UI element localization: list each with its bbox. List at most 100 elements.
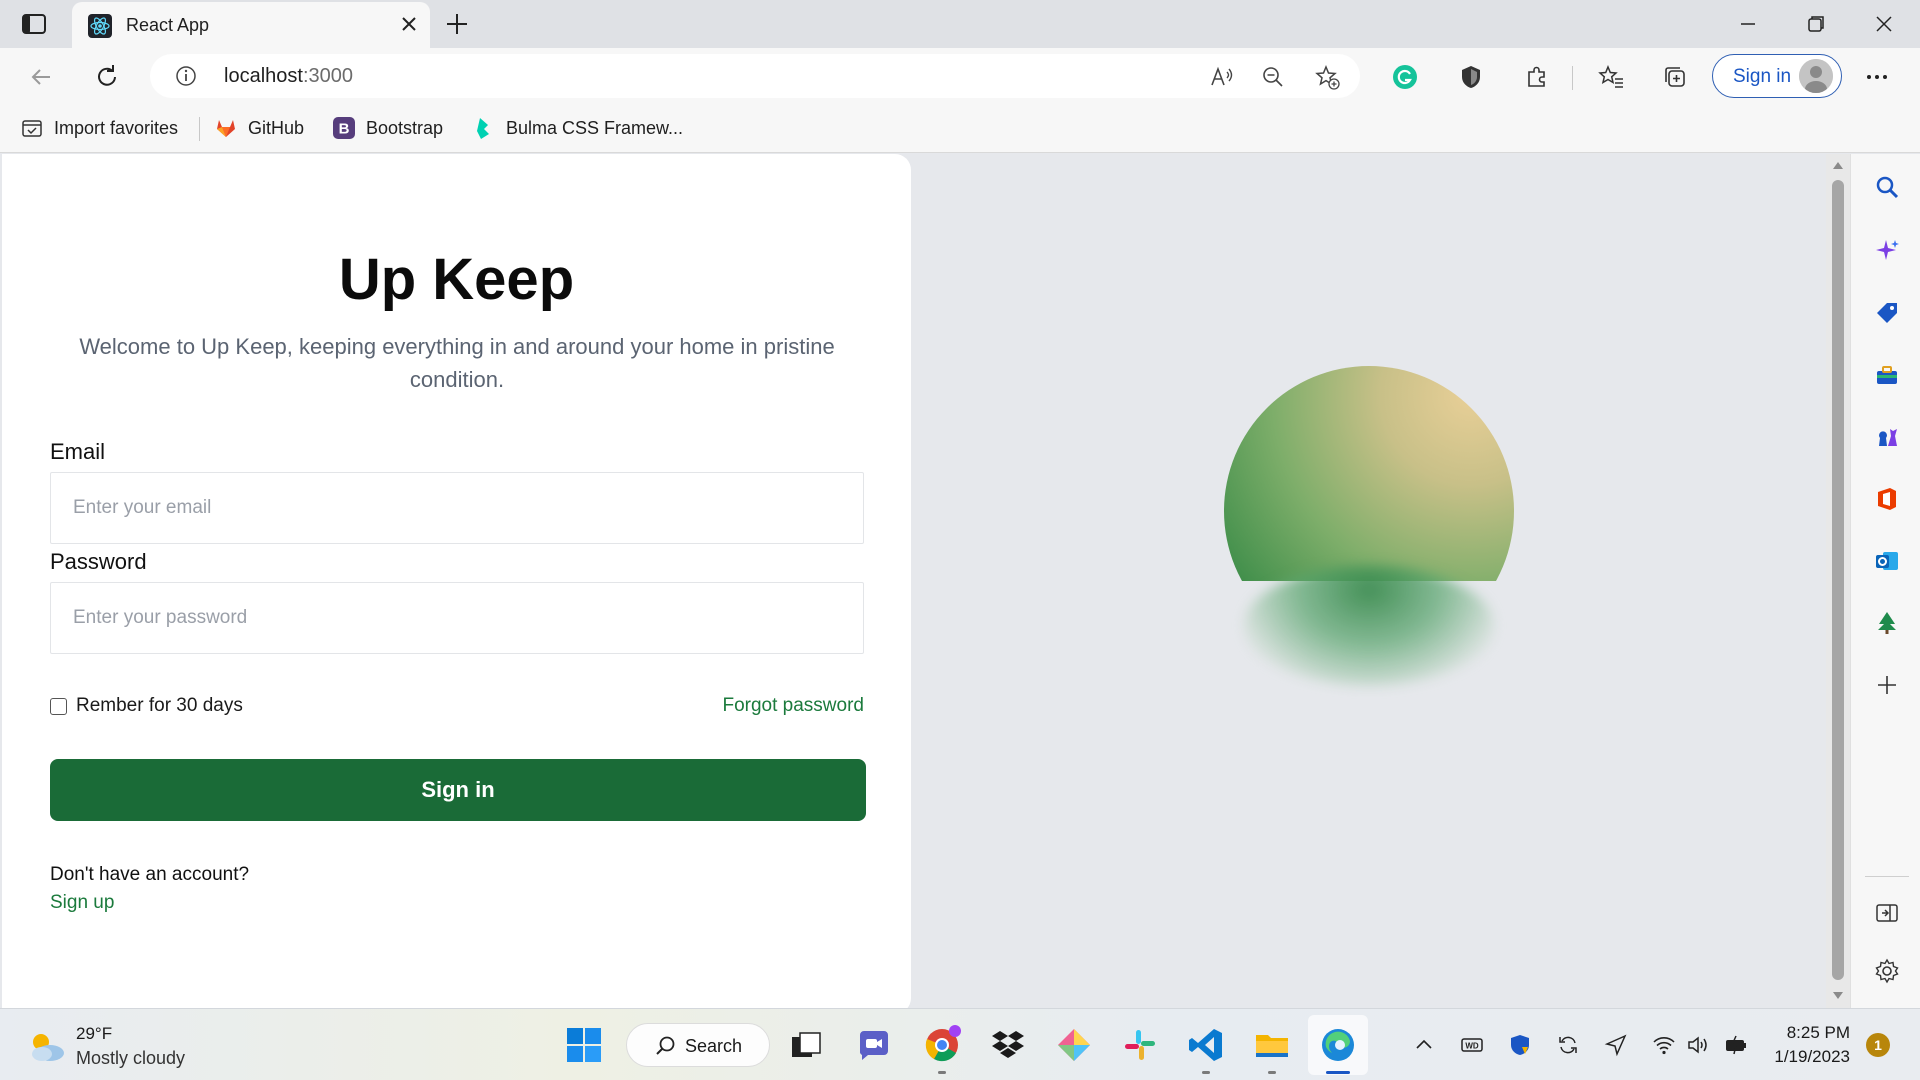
favorite-github[interactable]: GitHub: [214, 113, 304, 143]
location-arrow-icon[interactable]: [1604, 1033, 1628, 1057]
windows-taskbar: 29°F Mostly cloudy Search WD 8:25 PM 1/1…: [0, 1008, 1920, 1080]
tab-title: React App: [126, 15, 210, 35]
no-account-text: Don't have an account?: [50, 864, 250, 885]
outlook-icon[interactable]: [1874, 548, 1900, 574]
restore-icon[interactable]: [1804, 12, 1828, 36]
cloudy-weather-icon[interactable]: [26, 1029, 66, 1063]
profile-signin-button[interactable]: Sign in: [1712, 54, 1842, 98]
tab-actions-icon[interactable]: [20, 12, 48, 36]
favorite-bulma[interactable]: Bulma CSS Framew...: [472, 113, 683, 143]
clock-date[interactable]: 1/19/2023: [1770, 1047, 1850, 1067]
tab-bar: React App: [0, 0, 1920, 48]
weather-temperature: 29°F: [76, 1024, 113, 1043]
grammarly-icon[interactable]: [1390, 62, 1420, 92]
url-text[interactable]: localhost:3000: [224, 65, 353, 88]
close-tab-icon[interactable]: [398, 13, 420, 35]
chevron-up-icon[interactable]: [1412, 1033, 1436, 1057]
svg-text:WD: WD: [1465, 1042, 1479, 1051]
import-favorites-icon: [22, 120, 42, 137]
teams-chat-icon[interactable]: [854, 1025, 894, 1065]
scroll-thumb[interactable]: [1832, 180, 1844, 980]
bulma-icon: [477, 118, 489, 139]
running-indicator: [938, 1071, 946, 1074]
email-field[interactable]: [50, 472, 864, 544]
site-info-icon[interactable]: [174, 64, 198, 88]
forgot-password-link[interactable]: Forgot password: [722, 695, 864, 717]
battery-charging-icon[interactable]: [1724, 1033, 1748, 1057]
games-chess-icon[interactable]: [1874, 424, 1900, 450]
tools-toolbox-icon[interactable]: [1874, 362, 1900, 388]
more-options-icon[interactable]: [1862, 62, 1892, 92]
scroll-down-arrow-icon[interactable]: [1833, 992, 1843, 999]
page-title: Up Keep: [338, 247, 575, 312]
running-indicator: [1202, 1071, 1210, 1074]
browser-tab[interactable]: React App: [72, 2, 430, 48]
sidebar-divider: [1865, 876, 1909, 877]
windows-start-icon[interactable]: [564, 1025, 604, 1065]
slack-icon[interactable]: [1120, 1025, 1160, 1065]
page-scrollbar[interactable]: [1826, 154, 1850, 1008]
sync-icon[interactable]: [1556, 1033, 1580, 1057]
taskbar-search[interactable]: Search: [626, 1023, 770, 1067]
close-window-icon[interactable]: [1872, 12, 1896, 36]
orb-reflection: [1244, 566, 1494, 686]
security-shield-icon[interactable]: [1508, 1033, 1532, 1057]
dropbox-icon[interactable]: [988, 1025, 1028, 1065]
chrome-icon[interactable]: [922, 1025, 962, 1065]
add-favorite-icon[interactable]: [1314, 64, 1340, 90]
browser-toolbar: localhost:3000 Sign in: [0, 48, 1920, 105]
favorite-label: GitHub: [248, 117, 305, 138]
copilot-sparkle-icon[interactable]: [1874, 238, 1900, 264]
taskbar-search-label: Search: [685, 1036, 743, 1056]
back-arrow-icon[interactable]: [26, 62, 56, 92]
tree-icon[interactable]: [1874, 610, 1900, 636]
sign-up-link[interactable]: Sign up: [50, 892, 114, 914]
clock-time[interactable]: 8:25 PM: [1770, 1023, 1850, 1043]
avatar: [1799, 59, 1833, 93]
scroll-up-arrow-icon[interactable]: [1833, 162, 1843, 169]
url-host: localhost: [224, 65, 303, 87]
favorites-bar: Import favorites GitHub B Bootstrap Bulm…: [0, 105, 1920, 153]
favorite-bootstrap[interactable]: B Bootstrap: [332, 113, 443, 143]
task-view-icon[interactable]: [786, 1025, 826, 1065]
password-field[interactable]: [50, 582, 864, 654]
decorative-orb: [1214, 366, 1524, 691]
react-logo-icon: [88, 14, 112, 38]
active-indicator: [1326, 1071, 1350, 1074]
edge-browser-icon[interactable]: [1318, 1025, 1358, 1065]
sign-in-button[interactable]: Sign in: [50, 759, 866, 821]
address-bar[interactable]: localhost:3000: [150, 54, 1360, 98]
zoom-out-icon[interactable]: [1260, 64, 1286, 90]
settings-gear-icon[interactable]: [1874, 958, 1900, 984]
collections-icon[interactable]: [1660, 62, 1690, 92]
gitkraken-diamond-icon[interactable]: [1054, 1025, 1094, 1065]
favorite-import[interactable]: Import favorites: [20, 113, 178, 143]
shopping-tag-icon[interactable]: [1874, 300, 1900, 326]
hide-sidebar-icon[interactable]: [1874, 900, 1900, 926]
profile-signin-label: Sign in: [1733, 66, 1792, 87]
notification-badge[interactable]: 1: [1866, 1033, 1890, 1057]
url-port: :3000: [302, 65, 353, 87]
wd-drive-icon[interactable]: WD: [1460, 1033, 1484, 1057]
vscode-icon[interactable]: [1186, 1025, 1226, 1065]
wifi-icon[interactable]: [1652, 1033, 1676, 1057]
add-sidebar-app-icon[interactable]: [1874, 672, 1900, 698]
search-icon[interactable]: [1874, 174, 1900, 200]
volume-icon[interactable]: [1686, 1033, 1710, 1057]
office-icon[interactable]: [1874, 486, 1900, 512]
minimize-icon[interactable]: [1736, 12, 1760, 36]
shield-extension-icon[interactable]: [1456, 62, 1486, 92]
new-tab-icon[interactable]: [444, 11, 470, 37]
svg-text:B: B: [339, 121, 350, 138]
read-aloud-icon[interactable]: [1208, 64, 1234, 90]
extensions-puzzle-icon[interactable]: [1522, 62, 1552, 92]
weather-description: Mostly cloudy: [76, 1048, 186, 1068]
page-viewport: Up Keep Welcome to Up Keep, keeping ever…: [0, 154, 1850, 1008]
file-explorer-icon[interactable]: [1252, 1025, 1292, 1065]
remember-checkbox[interactable]: [50, 698, 67, 715]
remember-label[interactable]: Rember for 30 days: [76, 695, 243, 717]
refresh-icon[interactable]: [92, 62, 122, 92]
favorites-icon[interactable]: [1596, 62, 1626, 92]
page-subtitle: Welcome to Up Keep, keeping everything i…: [79, 334, 835, 392]
favorite-label: Import favorites: [54, 117, 179, 138]
